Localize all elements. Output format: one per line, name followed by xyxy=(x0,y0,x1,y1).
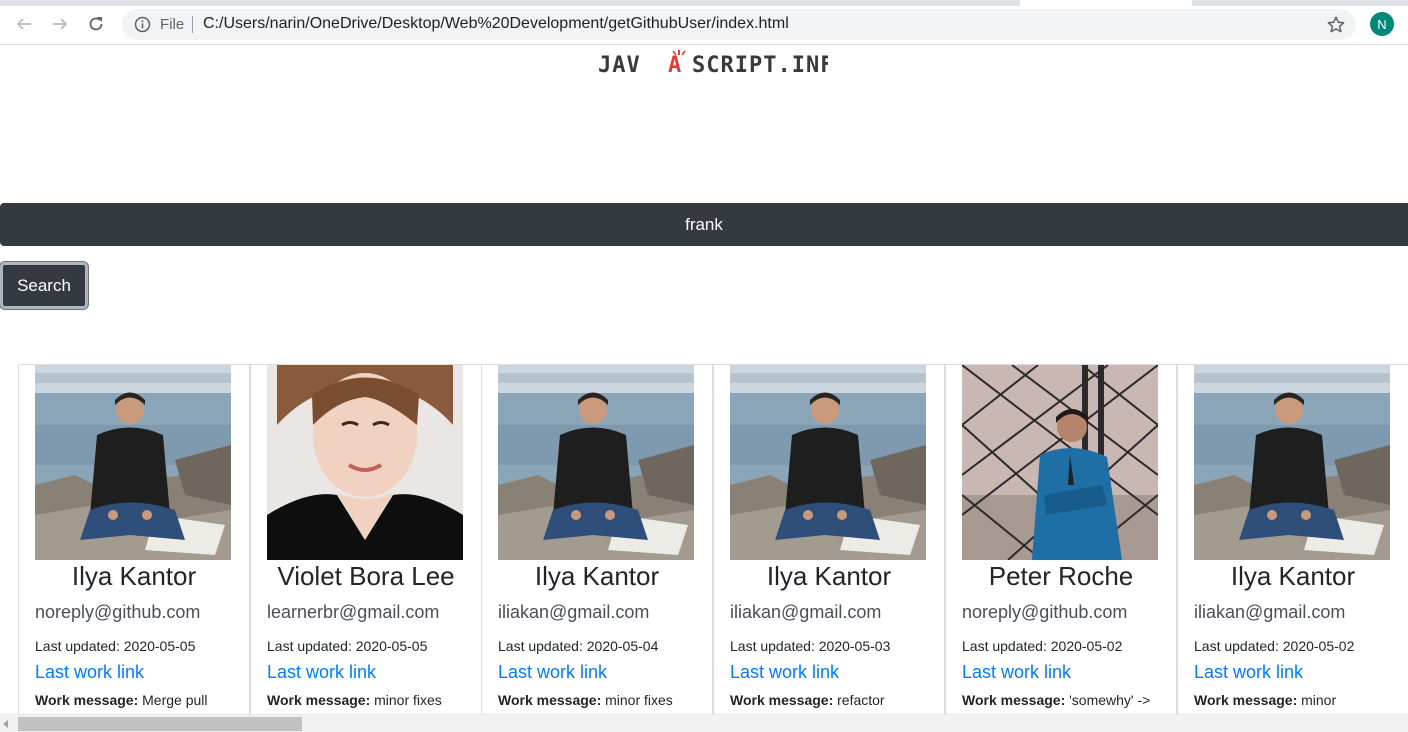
work-message: Work message: minor fixes xyxy=(498,692,708,708)
lake-photo xyxy=(498,365,694,560)
work-message-label: Work message: xyxy=(498,692,602,708)
user-card: Violet Bora Lee learnerbr@gmail.com Last… xyxy=(250,364,482,714)
work-message-label: Work message: xyxy=(267,692,371,708)
last-updated: Last updated: 2020-05-02 xyxy=(962,638,1122,654)
work-message: Work message: Merge pull xyxy=(35,692,245,708)
last-updated-label: Last updated: xyxy=(498,638,583,654)
last-work-link[interactable]: Last work link xyxy=(35,662,144,683)
arrow-left-icon xyxy=(16,18,31,30)
last-updated-label: Last updated: xyxy=(267,638,352,654)
last-work-link[interactable]: Last work link xyxy=(1194,662,1303,683)
last-updated-label: Last updated: xyxy=(730,638,815,654)
javascript-info-logo: JAV A SCRIPT.INFO xyxy=(598,50,828,78)
arrow-right-icon xyxy=(53,18,68,30)
last-updated-label: Last updated: xyxy=(35,638,120,654)
last-work-link[interactable]: Last work link xyxy=(267,662,376,683)
user-name: Peter Roche xyxy=(988,561,1134,591)
browser-toolbar: File C:/Users/narin/OneDrive/Desktop/Web… xyxy=(0,6,1408,45)
reload-icon xyxy=(89,17,103,31)
portrait-photo xyxy=(267,365,463,560)
user-name: Ilya Kantor xyxy=(71,561,197,591)
last-updated-label: Last updated: xyxy=(962,638,1047,654)
last-updated-date: 2020-05-05 xyxy=(123,638,196,654)
work-message-label: Work message: xyxy=(35,692,139,708)
last-updated: Last updated: 2020-05-04 xyxy=(498,638,658,654)
work-message: Work message: 'somewhy' -> xyxy=(962,692,1172,708)
last-updated: Last updated: 2020-05-05 xyxy=(267,638,427,654)
user-card: Ilya Kantor iliakan@gmail.com Last updat… xyxy=(713,364,945,714)
omnibox-separator xyxy=(192,16,193,33)
work-message-text: minor fixes xyxy=(605,692,673,708)
forward-button[interactable] xyxy=(46,10,74,38)
url-text[interactable]: C:/Users/narin/OneDrive/Desktop/Web%20De… xyxy=(203,15,789,33)
avatar xyxy=(962,365,1158,560)
search-input[interactable] xyxy=(0,203,1408,246)
avatar xyxy=(730,365,926,560)
last-work-link[interactable]: Last work link xyxy=(498,662,607,683)
user-email: iliakan@gmail.com xyxy=(1194,602,1346,622)
avatar xyxy=(498,365,694,560)
work-message-label: Work message: xyxy=(1194,692,1298,708)
work-message-label: Work message: xyxy=(962,692,1066,708)
user-email: noreply@github.com xyxy=(35,602,201,622)
work-message: Work message: minor xyxy=(1194,692,1404,708)
reload-button[interactable] xyxy=(82,10,110,38)
lake-photo xyxy=(35,365,231,560)
last-updated-date: 2020-05-04 xyxy=(586,638,659,654)
last-updated: Last updated: 2020-05-05 xyxy=(35,638,195,654)
work-message-text: minor xyxy=(1301,692,1337,708)
info-icon[interactable] xyxy=(134,16,151,33)
user-email: iliakan@gmail.com xyxy=(730,602,882,622)
user-card: Peter Roche noreply@github.com Last upda… xyxy=(945,364,1177,714)
avatar xyxy=(1194,365,1390,560)
horizontal-scrollbar[interactable] xyxy=(0,714,1408,732)
svg-text:A: A xyxy=(668,53,681,78)
work-message-text: 'somewhy' -> xyxy=(1069,692,1151,708)
back-button[interactable] xyxy=(10,10,38,38)
user-name: Violet Bora Lee xyxy=(277,561,455,591)
svg-text:SCRIPT.INFO: SCRIPT.INFO xyxy=(692,53,828,78)
star-icon[interactable] xyxy=(1326,15,1346,35)
user-card: Ilya Kantor noreply@github.com Last upda… xyxy=(18,364,250,714)
work-message-text: refactor xyxy=(837,692,885,708)
last-updated-date: 2020-05-03 xyxy=(818,638,891,654)
work-message-text: minor fixes xyxy=(374,692,442,708)
scrollbar-thumb[interactable] xyxy=(18,717,302,731)
user-cards: Ilya Kantor noreply@github.com Last upda… xyxy=(18,364,1408,714)
user-email: learnerbr@gmail.com xyxy=(267,602,440,622)
last-work-link[interactable]: Last work link xyxy=(962,662,1071,683)
user-name: Ilya Kantor xyxy=(534,561,660,591)
last-updated-date: 2020-05-05 xyxy=(355,638,428,654)
last-updated-date: 2020-05-02 xyxy=(1282,638,1355,654)
user-email: noreply@github.com xyxy=(962,602,1128,622)
scroll-left-arrow-icon[interactable] xyxy=(3,720,8,728)
profile-avatar[interactable]: N xyxy=(1370,12,1394,36)
svg-text:JAV: JAV xyxy=(598,53,641,78)
tower-photo xyxy=(962,365,1158,560)
file-label: File xyxy=(160,16,185,33)
work-message-label: Work message: xyxy=(730,692,834,708)
last-updated-label: Last updated: xyxy=(1194,638,1279,654)
last-work-link[interactable]: Last work link xyxy=(730,662,839,683)
last-updated-date: 2020-05-02 xyxy=(1050,638,1123,654)
user-email: iliakan@gmail.com xyxy=(498,602,650,622)
user-name: Ilya Kantor xyxy=(1230,561,1356,591)
lake-photo xyxy=(1194,365,1390,560)
work-message: Work message: minor fixes xyxy=(267,692,477,708)
user-card: Ilya Kantor iliakan@gmail.com Last updat… xyxy=(481,364,713,714)
user-card: Ilya Kantor iliakan@gmail.com Last updat… xyxy=(1177,364,1408,714)
address-bar[interactable]: File C:/Users/narin/OneDrive/Desktop/Web… xyxy=(122,9,1356,40)
last-updated: Last updated: 2020-05-03 xyxy=(730,638,890,654)
last-updated: Last updated: 2020-05-02 xyxy=(1194,638,1354,654)
work-message-text: Merge pull xyxy=(142,692,208,708)
avatar xyxy=(35,365,231,560)
search-button[interactable]: Search xyxy=(0,262,88,309)
avatar xyxy=(267,365,463,560)
user-name: Ilya Kantor xyxy=(766,561,892,591)
lake-photo xyxy=(730,365,926,560)
work-message: Work message: refactor xyxy=(730,692,940,708)
